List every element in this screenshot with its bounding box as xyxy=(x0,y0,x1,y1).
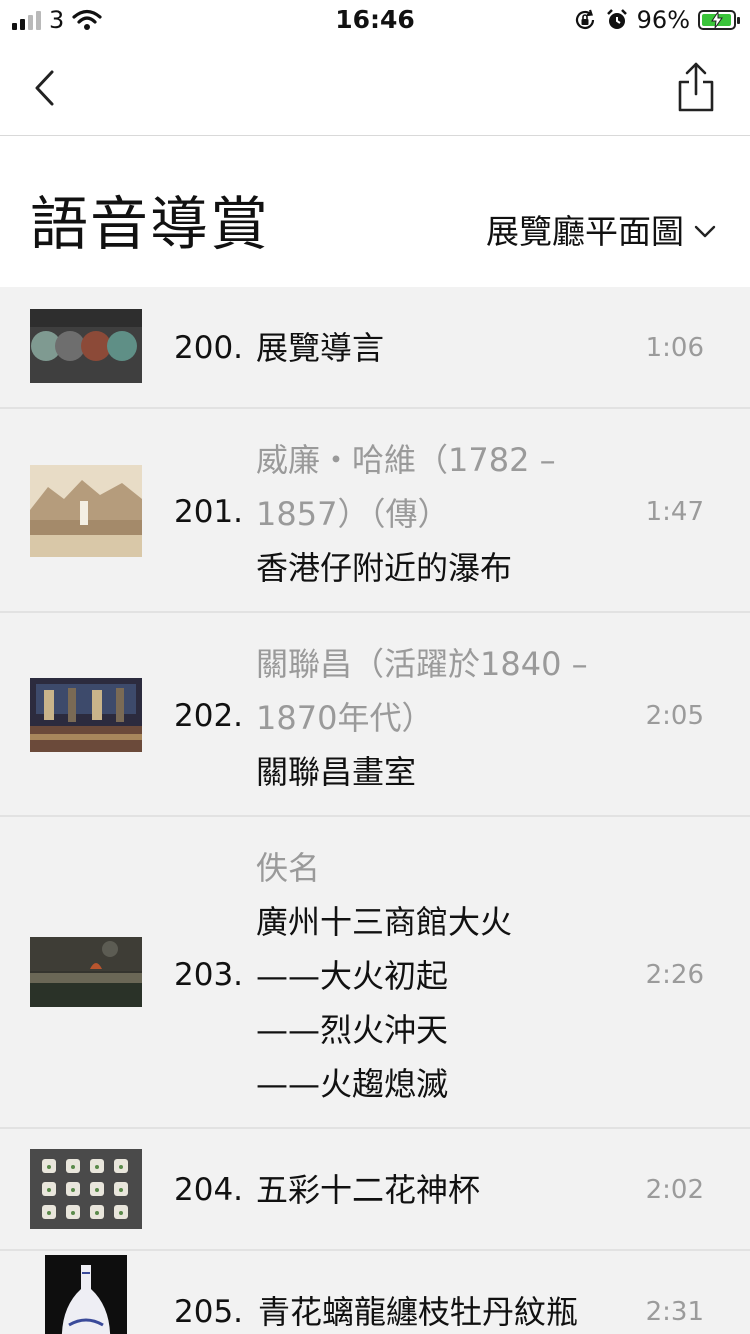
item-title: 香港仔附近的瀑布 xyxy=(256,549,513,587)
item-title: 五彩十二花神杯 xyxy=(256,1171,481,1209)
item-title: 廣州十三商館大火 xyxy=(256,903,513,941)
item-title: 青花螭龍纏枝牡丹紋瓶 xyxy=(258,1293,579,1331)
item-number: 201. xyxy=(174,494,244,530)
item-number: 204. xyxy=(174,1172,244,1208)
list-item[interactable]: 200. 展覽導言 1:06 xyxy=(0,287,750,409)
item-subtitle: ——大火初起 xyxy=(256,957,449,995)
status-bar: 3 16:46 96% xyxy=(0,0,750,40)
orientation-lock-icon xyxy=(575,9,594,29)
item-title: 展覽導言 xyxy=(256,329,385,367)
thumbnail-image xyxy=(45,1255,127,1334)
alarm-icon xyxy=(606,9,627,29)
list-item[interactable]: 204. 五彩十二花神杯 2:02 xyxy=(0,1129,750,1251)
status-right: 96% xyxy=(573,6,740,34)
item-duration: 1:47 xyxy=(645,497,704,527)
item-artist: 關聯昌（活躍於1840 – xyxy=(256,645,588,683)
item-artist: 1857）（傳） xyxy=(256,495,450,533)
item-artist: 佚名 xyxy=(256,849,321,887)
item-titles: 關聯昌（活躍於1840 – 1870年代） 關聯昌畫室 xyxy=(256,637,636,799)
chevron-left-icon xyxy=(35,70,54,106)
item-duration: 2:05 xyxy=(645,701,704,731)
audio-guide-list: 200. 展覽導言 1:06 201. 威廉・哈維（1782 – 1857）（傳… xyxy=(0,287,750,1334)
list-item[interactable]: 201. 威廉・哈維（1782 – 1857）（傳） 香港仔附近的瀑布 1:47 xyxy=(0,409,750,613)
list-item[interactable]: 203. 佚名 廣州十三商館大火 ——大火初起 ——烈火沖天 ——火趨熄滅 2:… xyxy=(0,817,750,1129)
item-duration: 2:26 xyxy=(645,960,704,990)
thumbnail-image xyxy=(30,678,142,752)
item-number: 200. xyxy=(174,330,244,366)
item-duration: 2:31 xyxy=(645,1297,704,1327)
item-number: 205. xyxy=(174,1294,244,1330)
item-artist: 威廉・哈維（1782 – xyxy=(256,441,556,479)
item-duration: 1:06 xyxy=(645,333,704,363)
item-titles: 青花螭龍纏枝牡丹紋瓶 xyxy=(258,1285,638,1334)
list-item[interactable]: 202. 關聯昌（活躍於1840 – 1870年代） 關聯昌畫室 2:05 xyxy=(0,613,750,817)
page-title: 語音導賞 xyxy=(30,190,271,258)
item-titles: 佚名 廣州十三商館大火 ——大火初起 ——烈火沖天 ——火趨熄滅 xyxy=(256,841,636,1111)
item-titles: 展覽導言 xyxy=(256,321,636,375)
chevron-down-icon xyxy=(694,225,716,238)
battery-charging-icon xyxy=(698,10,740,30)
thumbnail-image xyxy=(30,937,142,1007)
item-subtitle: ——烈火沖天 xyxy=(256,1011,449,1049)
navigation-bar xyxy=(0,40,750,136)
item-artist: 1870年代） xyxy=(256,699,434,737)
item-duration: 2:02 xyxy=(645,1175,704,1205)
thumbnail-image xyxy=(30,309,142,383)
battery-percent: 96% xyxy=(636,6,690,34)
share-icon xyxy=(678,62,714,112)
item-subtitle: ——火趨熄滅 xyxy=(256,1065,449,1103)
back-button[interactable] xyxy=(28,64,68,112)
floor-plan-dropdown[interactable]: 展覽廳平面圖 xyxy=(486,208,716,256)
floor-plan-label: 展覽廳平面圖 xyxy=(486,212,684,251)
item-title: 關聯昌畫室 xyxy=(256,753,417,791)
item-number: 202. xyxy=(174,698,244,734)
item-titles: 五彩十二花神杯 xyxy=(256,1163,636,1217)
list-item[interactable]: 205. 青花螭龍纏枝牡丹紋瓶 2:31 xyxy=(0,1251,750,1334)
item-number: 203. xyxy=(174,957,244,993)
thumbnail-image xyxy=(30,465,142,557)
thumbnail-image xyxy=(30,1149,142,1229)
share-button[interactable] xyxy=(674,60,718,116)
item-titles: 威廉・哈維（1782 – 1857）（傳） 香港仔附近的瀑布 xyxy=(256,433,636,595)
